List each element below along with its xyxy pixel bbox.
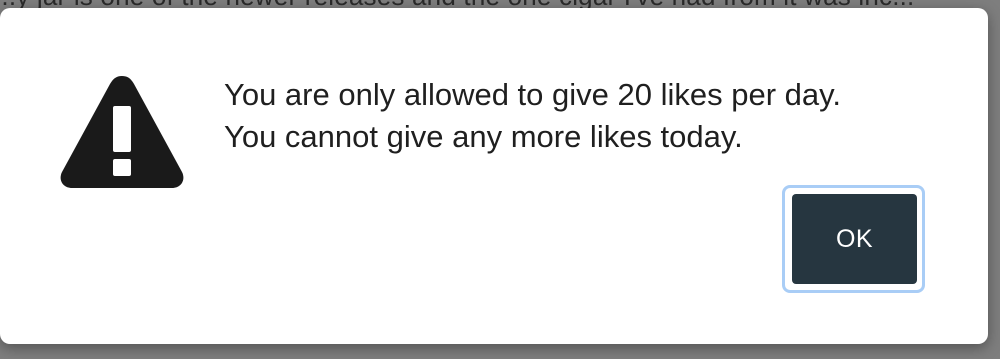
- alert-message: You are only allowed to give 20 likes pe…: [224, 74, 944, 158]
- warning-triangle-icon: [60, 76, 184, 188]
- alert-dialog: You are only allowed to give 20 likes pe…: [0, 8, 988, 344]
- alert-message-line-2: You cannot give any more likes today.: [224, 119, 743, 154]
- alert-message-line-1: You are only allowed to give 20 likes pe…: [224, 77, 841, 112]
- ok-button[interactable]: OK: [792, 194, 917, 284]
